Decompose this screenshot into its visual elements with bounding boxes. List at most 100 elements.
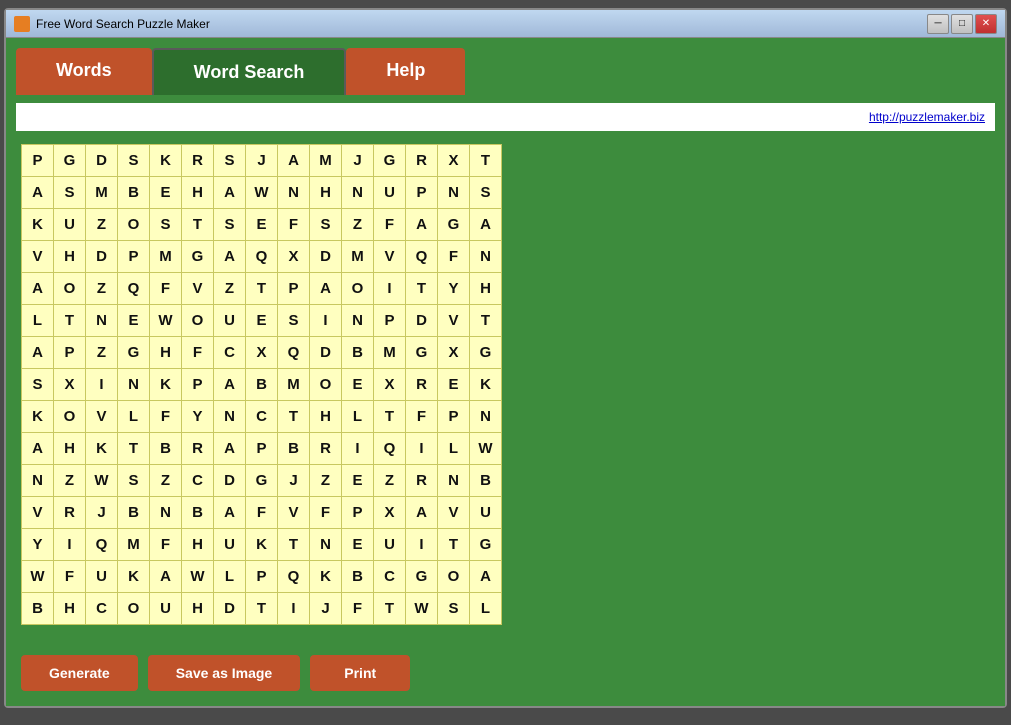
grid-cell[interactable]: C: [214, 337, 246, 369]
grid-cell[interactable]: N: [342, 305, 374, 337]
grid-cell[interactable]: F: [310, 497, 342, 529]
grid-cell[interactable]: M: [86, 177, 118, 209]
grid-cell[interactable]: V: [86, 401, 118, 433]
grid-cell[interactable]: K: [310, 561, 342, 593]
grid-cell[interactable]: F: [246, 497, 278, 529]
grid-cell[interactable]: J: [310, 593, 342, 625]
grid-cell[interactable]: M: [374, 337, 406, 369]
grid-cell[interactable]: P: [182, 369, 214, 401]
grid-cell[interactable]: Y: [182, 401, 214, 433]
grid-cell[interactable]: F: [278, 209, 310, 241]
grid-cell[interactable]: T: [246, 593, 278, 625]
grid-cell[interactable]: M: [118, 529, 150, 561]
grid-cell[interactable]: R: [406, 465, 438, 497]
grid-cell[interactable]: Q: [86, 529, 118, 561]
grid-cell[interactable]: I: [406, 529, 438, 561]
grid-cell[interactable]: P: [342, 497, 374, 529]
grid-cell[interactable]: K: [150, 145, 182, 177]
grid-cell[interactable]: E: [342, 369, 374, 401]
grid-cell[interactable]: Z: [86, 273, 118, 305]
grid-cell[interactable]: Q: [278, 561, 310, 593]
grid-cell[interactable]: F: [182, 337, 214, 369]
grid-cell[interactable]: E: [342, 529, 374, 561]
grid-cell[interactable]: N: [278, 177, 310, 209]
grid-cell[interactable]: S: [470, 177, 502, 209]
grid-cell[interactable]: A: [214, 497, 246, 529]
grid-cell[interactable]: Q: [118, 273, 150, 305]
grid-cell[interactable]: H: [182, 177, 214, 209]
minimize-button[interactable]: ─: [927, 14, 949, 34]
grid-cell[interactable]: V: [182, 273, 214, 305]
grid-cell[interactable]: O: [118, 209, 150, 241]
grid-cell[interactable]: F: [374, 209, 406, 241]
grid-cell[interactable]: S: [278, 305, 310, 337]
grid-cell[interactable]: S: [22, 369, 54, 401]
grid-cell[interactable]: H: [54, 241, 86, 273]
grid-cell[interactable]: Z: [54, 465, 86, 497]
tab-help[interactable]: Help: [346, 48, 465, 95]
grid-cell[interactable]: D: [214, 593, 246, 625]
grid-cell[interactable]: N: [214, 401, 246, 433]
grid-cell[interactable]: U: [150, 593, 182, 625]
grid-cell[interactable]: F: [150, 529, 182, 561]
grid-cell[interactable]: U: [470, 497, 502, 529]
grid-cell[interactable]: U: [374, 177, 406, 209]
grid-cell[interactable]: J: [86, 497, 118, 529]
grid-cell[interactable]: U: [54, 209, 86, 241]
grid-cell[interactable]: D: [86, 145, 118, 177]
grid-cell[interactable]: M: [310, 145, 342, 177]
grid-cell[interactable]: A: [22, 273, 54, 305]
save-image-button[interactable]: Save as Image: [148, 655, 301, 691]
grid-cell[interactable]: N: [86, 305, 118, 337]
grid-cell[interactable]: Z: [86, 337, 118, 369]
grid-cell[interactable]: B: [246, 369, 278, 401]
grid-cell[interactable]: Y: [438, 273, 470, 305]
grid-cell[interactable]: B: [342, 561, 374, 593]
grid-cell[interactable]: E: [342, 465, 374, 497]
tab-words[interactable]: Words: [16, 48, 152, 95]
grid-cell[interactable]: G: [374, 145, 406, 177]
grid-cell[interactable]: K: [86, 433, 118, 465]
grid-cell[interactable]: J: [246, 145, 278, 177]
grid-cell[interactable]: A: [22, 433, 54, 465]
grid-cell[interactable]: C: [246, 401, 278, 433]
grid-cell[interactable]: A: [470, 209, 502, 241]
grid-cell[interactable]: W: [406, 593, 438, 625]
grid-cell[interactable]: N: [470, 241, 502, 273]
grid-cell[interactable]: H: [54, 433, 86, 465]
grid-cell[interactable]: V: [438, 305, 470, 337]
grid-cell[interactable]: D: [406, 305, 438, 337]
grid-cell[interactable]: A: [406, 209, 438, 241]
grid-cell[interactable]: G: [246, 465, 278, 497]
grid-cell[interactable]: Q: [374, 433, 406, 465]
grid-cell[interactable]: P: [118, 241, 150, 273]
grid-cell[interactable]: H: [182, 593, 214, 625]
grid-cell[interactable]: K: [246, 529, 278, 561]
grid-cell[interactable]: A: [406, 497, 438, 529]
grid-cell[interactable]: A: [214, 177, 246, 209]
grid-cell[interactable]: V: [438, 497, 470, 529]
grid-cell[interactable]: T: [470, 145, 502, 177]
close-button[interactable]: ✕: [975, 14, 997, 34]
grid-cell[interactable]: L: [438, 433, 470, 465]
grid-cell[interactable]: T: [246, 273, 278, 305]
grid-cell[interactable]: M: [278, 369, 310, 401]
grid-cell[interactable]: K: [22, 209, 54, 241]
grid-cell[interactable]: N: [150, 497, 182, 529]
grid-cell[interactable]: T: [406, 273, 438, 305]
grid-cell[interactable]: E: [150, 177, 182, 209]
grid-cell[interactable]: V: [22, 497, 54, 529]
grid-cell[interactable]: Q: [406, 241, 438, 273]
grid-cell[interactable]: A: [214, 241, 246, 273]
grid-cell[interactable]: M: [342, 241, 374, 273]
grid-cell[interactable]: B: [118, 497, 150, 529]
grid-cell[interactable]: K: [150, 369, 182, 401]
grid-cell[interactable]: G: [470, 337, 502, 369]
generate-button[interactable]: Generate: [21, 655, 138, 691]
grid-cell[interactable]: V: [374, 241, 406, 273]
grid-cell[interactable]: O: [54, 401, 86, 433]
grid-cell[interactable]: U: [214, 529, 246, 561]
grid-cell[interactable]: W: [22, 561, 54, 593]
grid-cell[interactable]: T: [278, 529, 310, 561]
grid-cell[interactable]: E: [118, 305, 150, 337]
